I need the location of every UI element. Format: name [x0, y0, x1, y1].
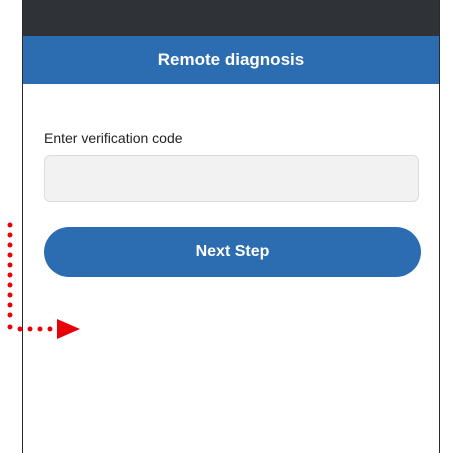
- dotted-arrow-right-icon: [7, 222, 80, 339]
- page-title: Remote diagnosis: [157, 50, 305, 69]
- verification-code-input[interactable]: [44, 155, 419, 202]
- next-step-button[interactable]: Next Step: [44, 227, 421, 277]
